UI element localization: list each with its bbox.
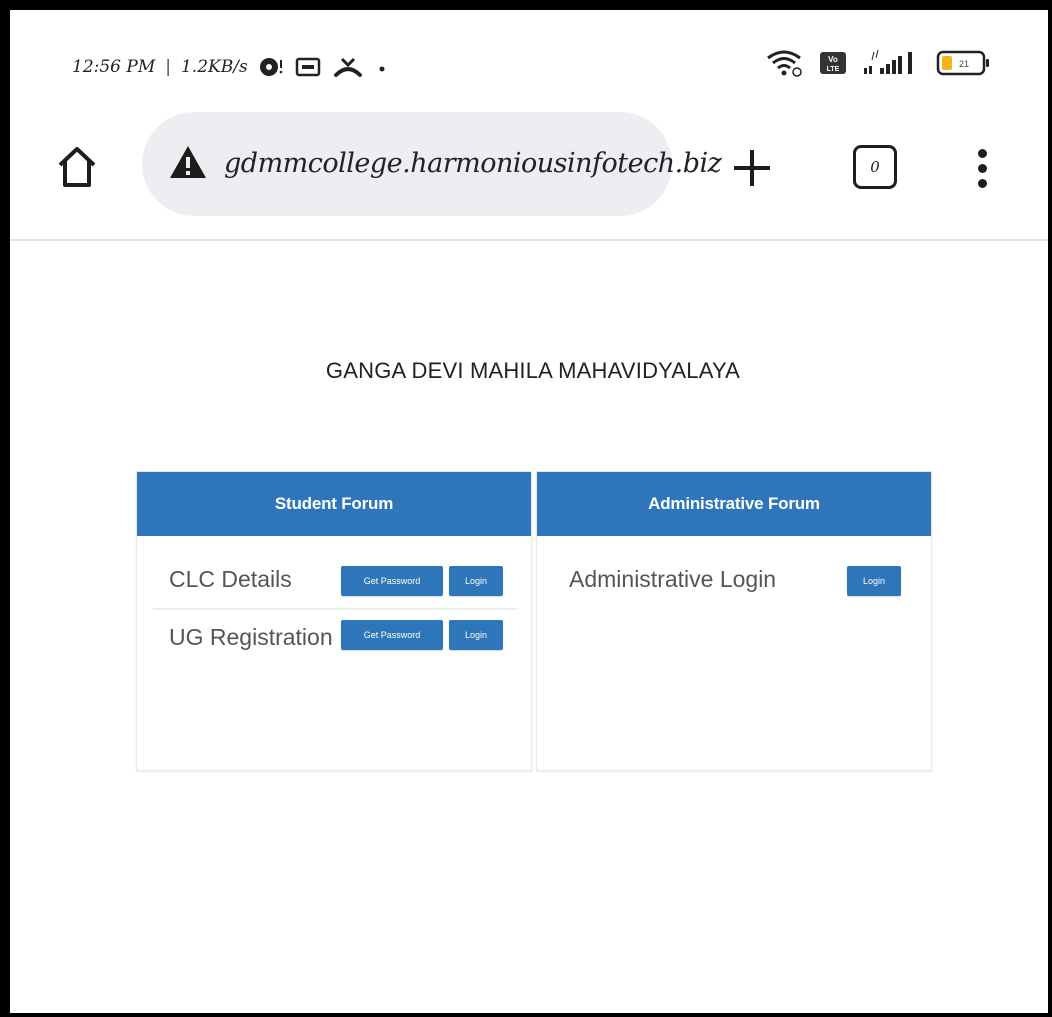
- browser-toolbar: gdmmcollege.harmoniousinfotech.biz 0: [10, 110, 1048, 240]
- status-bar: 12:56 PM | 1.2KB/s Vo LTE 21: [10, 10, 1048, 105]
- student-forum-heading: Student Forum: [137, 472, 531, 536]
- status-separator: |: [165, 57, 171, 77]
- tabs-icon: 0: [853, 145, 897, 189]
- clc-get-password-button[interactable]: Get Password: [341, 566, 443, 596]
- ug-login-button[interactable]: Login: [449, 620, 503, 650]
- more-notifications-dot-icon: [374, 59, 390, 75]
- list-item: UG Registration Get Password Login: [137, 616, 531, 666]
- admin-forum-heading: Administrative Forum: [537, 472, 931, 536]
- row-divider: [153, 608, 517, 610]
- svg-text:Vo: Vo: [828, 55, 838, 64]
- url-text[interactable]: gdmmcollege.harmoniousinfotech.biz: [224, 148, 722, 179]
- menu-dot: [977, 148, 987, 158]
- home-icon: [58, 147, 96, 187]
- clc-details-label: CLC Details: [169, 566, 292, 592]
- administrative-login-label: Administrative Login: [569, 566, 777, 592]
- ug-get-password-button[interactable]: Get Password: [341, 620, 443, 650]
- ug-registration-label: UG Registration: [169, 624, 333, 650]
- tab-count: 0: [870, 158, 880, 176]
- volte-icon: Vo LTE: [818, 50, 848, 76]
- plus-icon: [734, 150, 770, 186]
- tab-switcher-button[interactable]: 0: [848, 140, 902, 194]
- svg-text:LTE: LTE: [827, 66, 840, 73]
- menu-dot: [977, 178, 987, 188]
- wifi-icon: [764, 48, 804, 78]
- clc-login-button[interactable]: Login: [449, 566, 503, 596]
- security-warning-icon[interactable]: [168, 144, 208, 185]
- menu-dot: [977, 163, 987, 173]
- card-icon: [294, 56, 322, 78]
- battery-icon: 21: [936, 49, 992, 77]
- list-item: Administrative Login Login: [537, 558, 931, 608]
- chat-bubble-icon: [258, 56, 284, 78]
- missed-call-icon: [332, 55, 364, 79]
- page-title: GANGA DEVI MAHILA MAHAVIDYALAYA: [325, 358, 741, 383]
- more-menu-icon[interactable]: [960, 138, 1004, 198]
- toolbar-divider: [10, 239, 1048, 241]
- admin-forum-panel: Administrative Forum Administrative Logi…: [536, 471, 932, 771]
- home-button[interactable]: [50, 140, 104, 194]
- list-item: CLC Details Get Password Login: [137, 558, 531, 608]
- battery-level: 21: [959, 59, 969, 69]
- screen: 12:56 PM | 1.2KB/s Vo LTE 21 gdmmcollege…: [10, 10, 1048, 1013]
- new-tab-button[interactable]: [722, 138, 782, 198]
- status-speed: 1.2KB/s: [180, 57, 248, 77]
- status-time: 12:56 PM: [72, 57, 156, 77]
- signal-icon: [862, 48, 922, 78]
- admin-login-button[interactable]: Login: [847, 566, 901, 596]
- student-forum-panel: Student Forum CLC Details Get Password L…: [136, 471, 532, 771]
- address-bar[interactable]: gdmmcollege.harmoniousinfotech.biz: [142, 112, 722, 216]
